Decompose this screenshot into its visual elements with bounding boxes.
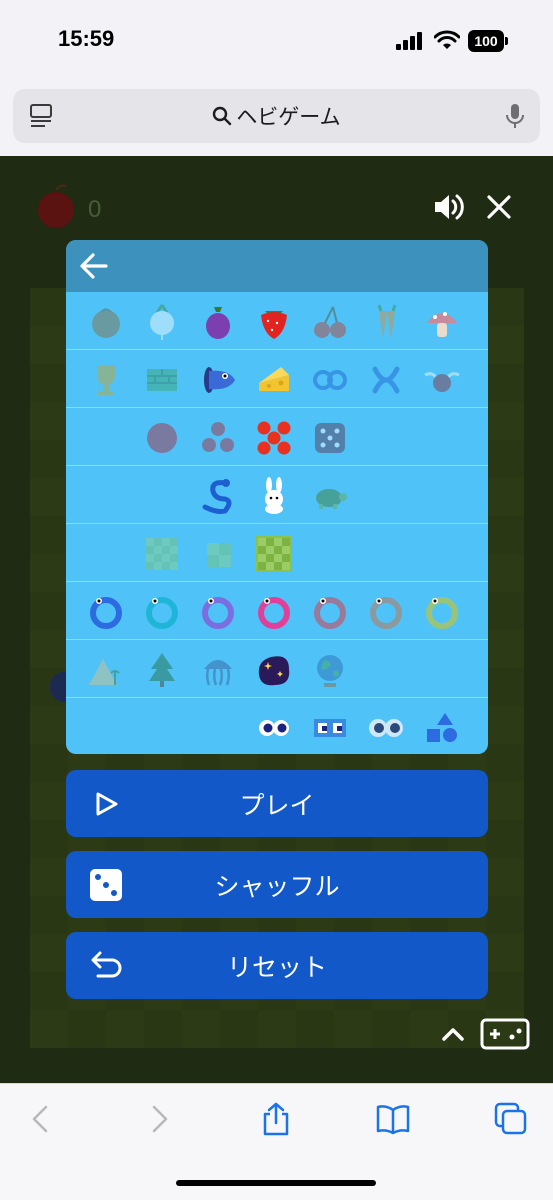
desert-icon[interactable] (86, 650, 126, 690)
blue-snake-icon[interactable] (86, 592, 126, 632)
eggplant-icon[interactable] (198, 302, 238, 342)
chevron-up-icon[interactable] (440, 1024, 466, 1044)
settings-row-count (66, 408, 488, 466)
settings-panel (66, 240, 488, 754)
apple-score-icon (38, 184, 74, 228)
snake-icon[interactable] (198, 476, 238, 516)
share-icon[interactable] (259, 1102, 293, 1136)
sound-icon[interactable] (432, 190, 466, 224)
brick-icon[interactable] (142, 360, 182, 400)
double-ring-icon[interactable] (310, 360, 350, 400)
play-button-label: プレイ (239, 790, 315, 820)
rabbit-icon[interactable] (254, 476, 294, 516)
score-value: 0 (88, 196, 102, 223)
large-board-icon[interactable] (254, 534, 294, 574)
settings-row-size (66, 524, 488, 582)
search-field[interactable]: ヘビゲーム (13, 89, 540, 143)
winged-apple-icon[interactable] (422, 360, 462, 400)
battery-icon: 100 (468, 30, 508, 52)
mauve-snake-icon[interactable] (310, 592, 350, 632)
game-area: 0 プレイ シャッフル リセット (0, 156, 553, 1083)
one-ball-icon[interactable] (142, 418, 182, 458)
small-board-icon[interactable] (198, 534, 238, 574)
wifi-icon (434, 30, 460, 49)
settings-row-snake-color (66, 582, 488, 640)
green-snake-icon[interactable] (422, 592, 462, 632)
close-icon[interactable] (486, 194, 512, 220)
bookmarks-icon[interactable] (376, 1102, 410, 1136)
mushroom-icon[interactable] (422, 302, 462, 342)
mouth-icon[interactable] (198, 360, 238, 400)
reset-button-label: リセット (226, 952, 327, 982)
turtle-icon[interactable] (310, 476, 350, 516)
forward-icon[interactable] (142, 1102, 176, 1136)
settings-row-speed (66, 466, 488, 524)
shuffle-button-label: シャッフル (214, 871, 340, 901)
cheese-icon[interactable] (254, 360, 294, 400)
trophy-icon[interactable] (86, 360, 126, 400)
radish-icon[interactable] (142, 302, 182, 342)
five-balls-icon[interactable] (254, 418, 294, 458)
pink-snake-icon[interactable] (254, 592, 294, 632)
gamepad-icon[interactable] (480, 1018, 530, 1050)
big-eyes-icon[interactable] (366, 708, 406, 748)
round-eyes-icon[interactable] (254, 708, 294, 748)
carrots-icon[interactable] (366, 302, 406, 342)
settings-row-food (66, 292, 488, 350)
home-indicator (176, 1180, 376, 1186)
search-query: ヘビゲーム (236, 105, 341, 129)
back-arrow-icon[interactable] (78, 250, 110, 282)
shapes-icon[interactable] (422, 708, 462, 748)
status-bar: 15:59 100 (0, 0, 553, 84)
dice-icon[interactable] (310, 418, 350, 458)
square-eyes-icon[interactable] (310, 708, 350, 748)
battery-level: 100 (468, 30, 504, 52)
shuffle-button[interactable]: シャッフル (66, 851, 488, 918)
knot-icon[interactable] (366, 360, 406, 400)
cyan-snake-icon[interactable] (142, 592, 182, 632)
search-icon (213, 106, 232, 126)
address-bar[interactable]: ヘビゲーム (13, 89, 540, 143)
back-icon[interactable] (24, 1102, 58, 1136)
settings-row-food-extra (66, 350, 488, 408)
cherries-icon[interactable] (310, 302, 350, 342)
forest-icon[interactable] (142, 650, 182, 690)
three-balls-icon[interactable] (198, 418, 238, 458)
play-button[interactable]: プレイ (66, 770, 488, 837)
settings-panel-header (66, 240, 488, 292)
status-time: 15:59 (58, 26, 115, 51)
melon-icon[interactable] (86, 302, 126, 342)
microphone-icon[interactable] (504, 102, 526, 130)
cellular-signal-icon (396, 32, 424, 50)
space-icon[interactable] (254, 650, 294, 690)
globe-icon[interactable] (310, 650, 350, 690)
grey-snake-icon[interactable] (366, 592, 406, 632)
settings-row-theme (66, 640, 488, 698)
settings-row-eyes (66, 698, 488, 754)
medium-board-icon[interactable] (142, 534, 182, 574)
tabs-icon[interactable] (494, 1102, 528, 1136)
reset-button[interactable]: リセット (66, 932, 488, 999)
jellyfish-icon[interactable] (198, 650, 238, 690)
purple-snake-icon[interactable] (198, 592, 238, 632)
strawberry-icon[interactable] (254, 302, 294, 342)
